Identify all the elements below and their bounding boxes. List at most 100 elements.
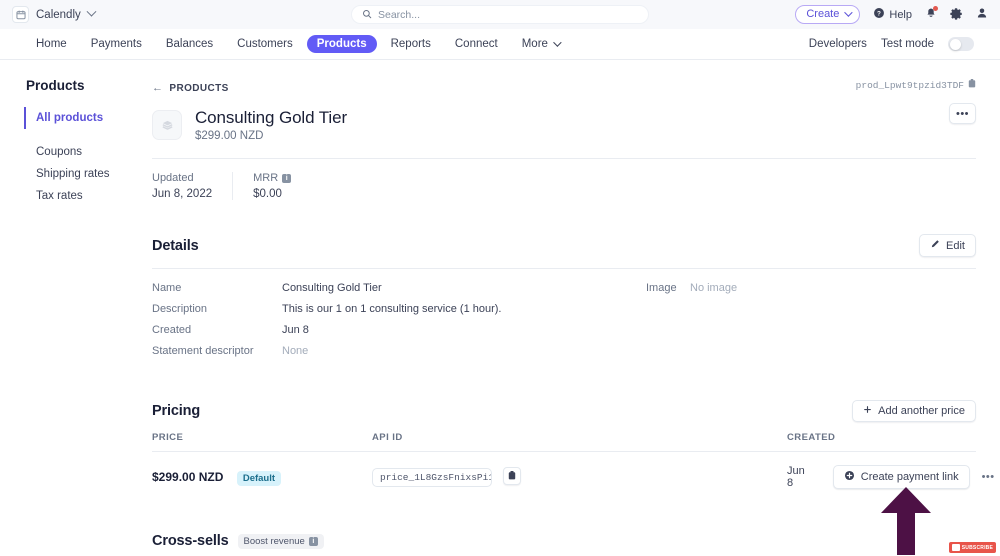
sidebar-item-tax-rates[interactable]: Tax rates <box>24 185 145 207</box>
user-avatar-button[interactable] <box>976 7 988 22</box>
search-icon <box>362 6 372 24</box>
nav-item-home[interactable]: Home <box>26 35 77 53</box>
add-another-price-button[interactable]: Add another price <box>852 400 976 422</box>
stat-mrr-label-wrap: MRR i <box>253 172 292 184</box>
sidebar-item-coupons[interactable]: Coupons <box>24 141 145 163</box>
nav-item-reports[interactable]: Reports <box>381 35 441 53</box>
subscribe-overlay-badge[interactable]: SUBSCRIBE <box>948 542 996 553</box>
detail-value-created: Jun 8 <box>282 324 309 336</box>
chevron-down-icon <box>86 6 97 17</box>
nav-item-more[interactable]: More <box>512 35 569 53</box>
help-button[interactable]: ? Help <box>873 7 912 22</box>
global-search[interactable] <box>351 5 649 24</box>
help-label: Help <box>889 8 912 21</box>
arrow-left-icon: ← <box>152 82 164 94</box>
detail-key-statement-descriptor: Statement descriptor <box>152 345 254 357</box>
sidebar-item-all-products[interactable]: All products <box>24 107 145 129</box>
stat-updated: Updated Jun 8, 2022 <box>152 172 232 200</box>
nav-item-balances[interactable]: Balances <box>156 35 223 53</box>
pricing-section: Pricing Add another price PRICE API ID C… <box>152 400 994 499</box>
account-logo-icon <box>12 6 29 23</box>
page-shell: Products All products Coupons Shipping r… <box>0 60 1000 556</box>
settings-button[interactable] <box>950 7 963 23</box>
detail-row-name: Name Consulting Gold Tier <box>152 282 646 294</box>
box-icon <box>162 120 172 130</box>
notification-dot <box>933 6 938 11</box>
nav-item-connect[interactable]: Connect <box>445 35 508 53</box>
product-header: Consulting Gold Tier $299.00 NZD <box>152 108 976 142</box>
column-header-api-id: API ID <box>372 432 403 443</box>
page-title: Consulting Gold Tier <box>195 108 348 127</box>
product-detail-content: ← PRODUCTS prod_Lpwt9tpzid3TDF Consultin… <box>145 60 1000 556</box>
create-payment-link-button[interactable]: Create payment link <box>832 465 970 489</box>
info-icon[interactable]: i <box>308 536 318 546</box>
details-right-column: Image No image <box>646 282 976 366</box>
product-overflow-menu-button[interactable]: ••• <box>949 103 976 124</box>
copy-icon[interactable] <box>968 79 976 91</box>
detail-value-statement-descriptor: None <box>282 345 309 357</box>
pencil-icon <box>930 239 940 252</box>
breadcrumb-products[interactable]: ← PRODUCTS <box>152 82 229 94</box>
api-id-value[interactable]: price_1L8GzsFnixsPi1 <box>372 468 492 488</box>
chevron-down-icon <box>553 38 562 47</box>
detail-row-statement-descriptor: Statement descriptor None <box>152 345 646 357</box>
developers-link[interactable]: Developers <box>809 38 867 50</box>
sidebar-items: All products Coupons Shipping rates Tax … <box>24 107 145 207</box>
details-title: Details <box>152 237 199 254</box>
create-payment-link-label: Create payment link <box>860 471 959 483</box>
product-thumbnail <box>152 110 182 140</box>
pricing-header: Pricing Add another price <box>152 400 976 422</box>
notifications-button[interactable] <box>925 6 938 22</box>
test-mode-label: Test mode <box>880 38 934 50</box>
header-divider <box>152 158 976 159</box>
detail-value-image: No image <box>690 282 738 294</box>
create-button[interactable]: Create <box>795 5 861 24</box>
stat-mrr-label: MRR <box>253 172 279 184</box>
add-another-price-label: Add another price <box>878 405 965 417</box>
edit-details-button[interactable]: Edit <box>919 234 976 257</box>
created-cell: Jun 8 Create payment link ••• <box>787 465 995 489</box>
detail-key-image: Image <box>646 282 677 294</box>
play-square-icon <box>951 544 960 551</box>
stat-mrr-value: $0.00 <box>253 188 282 200</box>
cross-sells-section: Cross-sells Boost revenue i <box>152 533 976 556</box>
search-input[interactable] <box>378 8 638 21</box>
nav-item-customers[interactable]: Customers <box>227 35 303 53</box>
detail-key-name: Name <box>152 282 182 294</box>
created-date: Jun 8 <box>787 465 805 489</box>
stat-updated-label: Updated <box>152 172 194 184</box>
detail-row-image: Image No image <box>646 282 976 294</box>
user-icon <box>976 7 988 22</box>
sidebar-title: Products <box>26 78 85 93</box>
api-id-cell: price_1L8GzsFnixsPi1 <box>372 466 787 488</box>
price-row-overflow-menu-button[interactable]: ••• <box>982 471 995 483</box>
product-stats: Updated Jun 8, 2022 MRR i $0.00 <box>152 172 976 200</box>
gear-icon <box>950 7 963 23</box>
details-section: Details Edit Name Consulting Gold Tier D… <box>152 234 976 366</box>
pricing-title: Pricing <box>152 403 201 419</box>
clipboard-icon <box>509 471 516 480</box>
info-icon[interactable]: i <box>282 173 292 183</box>
product-id[interactable]: prod_Lpwt9tpzid3TDF <box>856 79 976 91</box>
column-header-price: PRICE <box>152 432 184 443</box>
test-mode-toggle[interactable] <box>948 37 974 51</box>
chevron-down-icon <box>844 8 854 17</box>
plus-icon <box>863 405 872 417</box>
details-grid: Name Consulting Gold Tier Description Th… <box>152 282 976 366</box>
nav-item-products[interactable]: Products <box>306 35 377 53</box>
top-bar: Calendly Create ? Help <box>0 0 1000 29</box>
detail-row-created: Created Jun 8 <box>152 324 646 336</box>
column-header-created: CREATED <box>787 432 836 443</box>
detail-value-description: This is our 1 on 1 consulting service (1… <box>282 303 502 315</box>
copy-api-id-button[interactable] <box>503 466 522 485</box>
detail-value-name: Consulting Gold Tier <box>282 282 382 294</box>
nav-item-payments[interactable]: Payments <box>81 35 152 53</box>
account-switcher[interactable]: Calendly <box>12 6 97 23</box>
stat-mrr: MRR i $0.00 <box>232 172 311 200</box>
details-left-column: Name Consulting Gold Tier Description Th… <box>152 282 646 366</box>
table-row[interactable]: $299.00 NZD Default price_1L8GzsFnixsPi1… <box>152 452 994 499</box>
detail-key-description: Description <box>152 303 208 315</box>
create-button-label: Create <box>806 8 840 20</box>
sidebar-item-shipping-rates[interactable]: Shipping rates <box>24 163 145 185</box>
